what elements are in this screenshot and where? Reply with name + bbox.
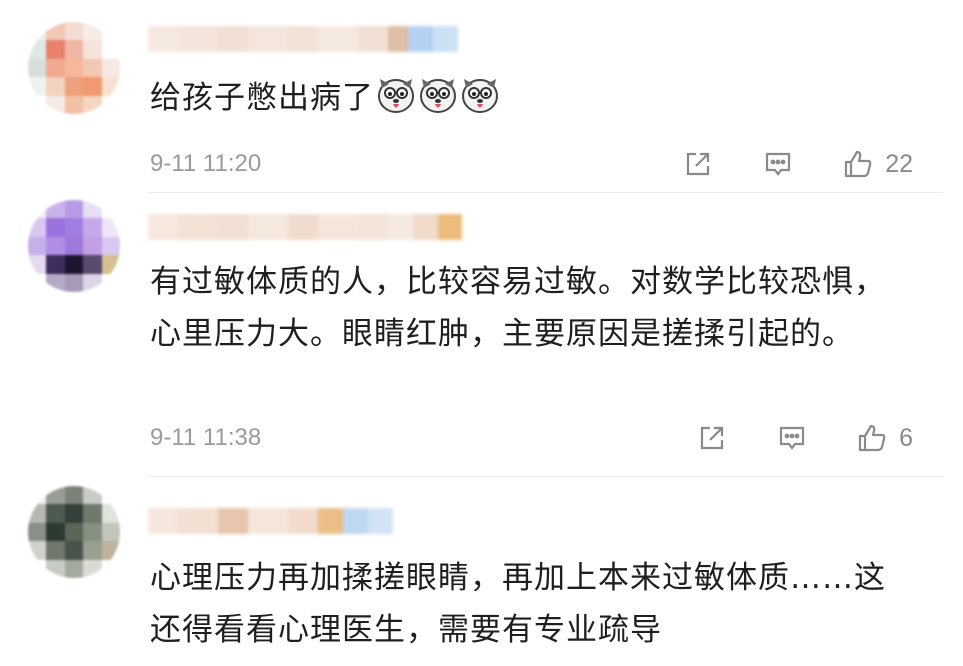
comment-text-content: 给孩子憋出病了	[150, 80, 374, 116]
like-count: 22	[885, 149, 913, 178]
comment-time: 9-11 11:38	[150, 424, 262, 451]
share-icon[interactable]	[695, 421, 729, 455]
dog-face-emoji-icon	[460, 76, 500, 130]
dog-face-emoji-icon	[376, 76, 416, 130]
username-blurred[interactable]	[148, 214, 462, 240]
avatar[interactable]	[28, 486, 120, 578]
comment-text-content: 心理压力再加揉搓眼睛，再加上本来过敏体质……这还得看看心理医生，需要有专业疏导	[150, 560, 886, 648]
divider	[148, 192, 943, 193]
comment-text: 给孩子憋出病了	[150, 72, 910, 130]
comment-text: 心理压力再加揉搓眼睛，再加上本来过敏体质……这还得看看心理医生，需要有专业疏导	[150, 552, 910, 656]
comment-icon[interactable]	[761, 147, 795, 181]
comment-icon[interactable]	[775, 421, 809, 455]
avatar[interactable]	[28, 22, 120, 114]
thumbs-up-icon[interactable]	[841, 147, 875, 181]
comment-text-content: 有过敏体质的人，比较容易过敏。对数学比较恐惧，心里压力大。眼睛红肿，主要原因是搓…	[150, 264, 886, 352]
username-blurred[interactable]	[148, 508, 393, 534]
avatar[interactable]	[28, 200, 120, 292]
comment-time: 9-11 11:20	[150, 150, 262, 177]
share-icon[interactable]	[681, 147, 715, 181]
dog-face-emoji-icon	[418, 76, 458, 130]
divider	[148, 476, 943, 477]
comment-text: 有过敏体质的人，比较容易过敏。对数学比较恐惧，心里压力大。眼睛红肿，主要原因是搓…	[150, 256, 910, 360]
like-count: 6	[899, 423, 913, 452]
comment-meta: 9-11 11:38 6	[150, 418, 913, 458]
comment-actions: 6	[695, 421, 913, 455]
comment-actions: 22	[681, 147, 913, 181]
comment-meta: 9-11 11:20 22	[150, 144, 913, 184]
thumbs-up-icon[interactable]	[855, 421, 889, 455]
username-blurred[interactable]	[148, 26, 458, 52]
